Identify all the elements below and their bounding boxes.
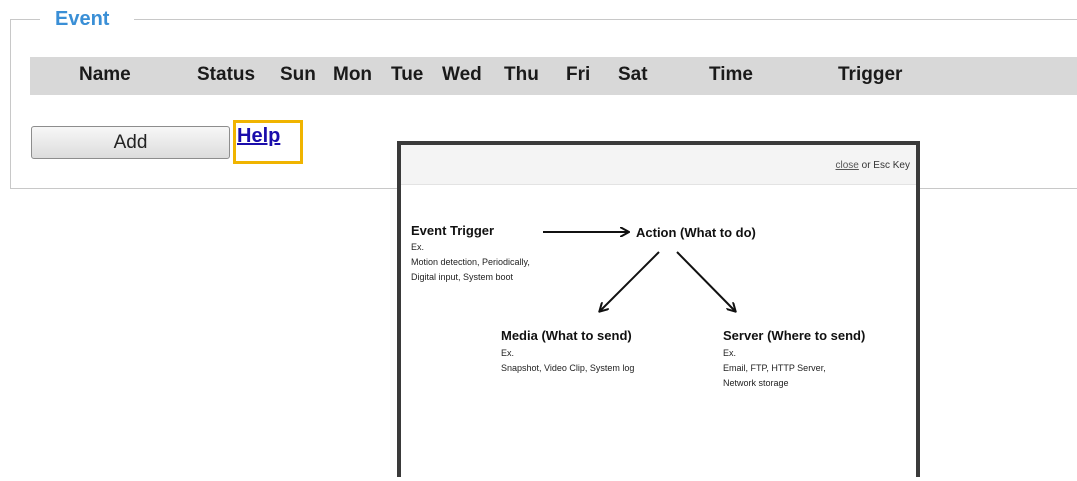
column-header-name: Name: [79, 64, 131, 85]
media-title: Media (What to send): [501, 328, 632, 343]
example-line: Network storage: [723, 378, 789, 388]
column-header-time: Time: [709, 64, 754, 85]
help-link[interactable]: Help: [237, 125, 280, 148]
column-header-mon: Mon: [333, 64, 373, 85]
add-event-button[interactable]: Add: [31, 126, 230, 159]
example-line: Motion detection, Periodically,: [411, 257, 530, 267]
column-header-wed: Wed: [442, 64, 482, 85]
help-popup: close or Esc Key Event Trigger Ex. Motio…: [397, 141, 920, 477]
server-title: Server (Where to send): [723, 328, 866, 343]
action-title: Action (What to do): [636, 225, 756, 240]
action-to-media-arrow: [600, 251, 660, 311]
media-examples: Ex. Snapshot, Video Clip, System log: [501, 346, 634, 376]
event-trigger-examples: Ex. Motion detection, Periodically, Digi…: [411, 240, 530, 285]
server-examples: Ex. Email, FTP, HTTP Server, Network sto…: [723, 346, 826, 391]
fieldset-border: [10, 19, 40, 20]
column-header-fri: Fri: [566, 64, 591, 85]
action-to-server-arrow: [676, 251, 735, 311]
fieldset-border: [10, 19, 11, 189]
example-line: Ex.: [501, 348, 515, 358]
column-header-sat: Sat: [618, 64, 648, 85]
column-header-thu: Thu: [504, 64, 539, 85]
column-header-status: Status: [197, 64, 256, 85]
example-line: Snapshot, Video Clip, System log: [501, 363, 635, 373]
fieldset-border: [134, 19, 1077, 20]
example-line: Ex.: [411, 242, 425, 252]
column-header-sun: Sun: [280, 64, 316, 85]
example-line: Digital input, System boot: [411, 272, 514, 282]
example-line: Email, FTP, HTTP Server,: [723, 363, 826, 373]
event-trigger-title: Event Trigger: [411, 223, 495, 238]
column-header-tue: Tue: [391, 64, 424, 85]
example-line: Ex.: [723, 348, 737, 358]
event-table-header: [30, 57, 1077, 95]
column-header-trigger: Trigger: [838, 64, 903, 85]
event-legend: Event: [55, 8, 110, 30]
event-flow-diagram: [543, 145, 916, 481]
